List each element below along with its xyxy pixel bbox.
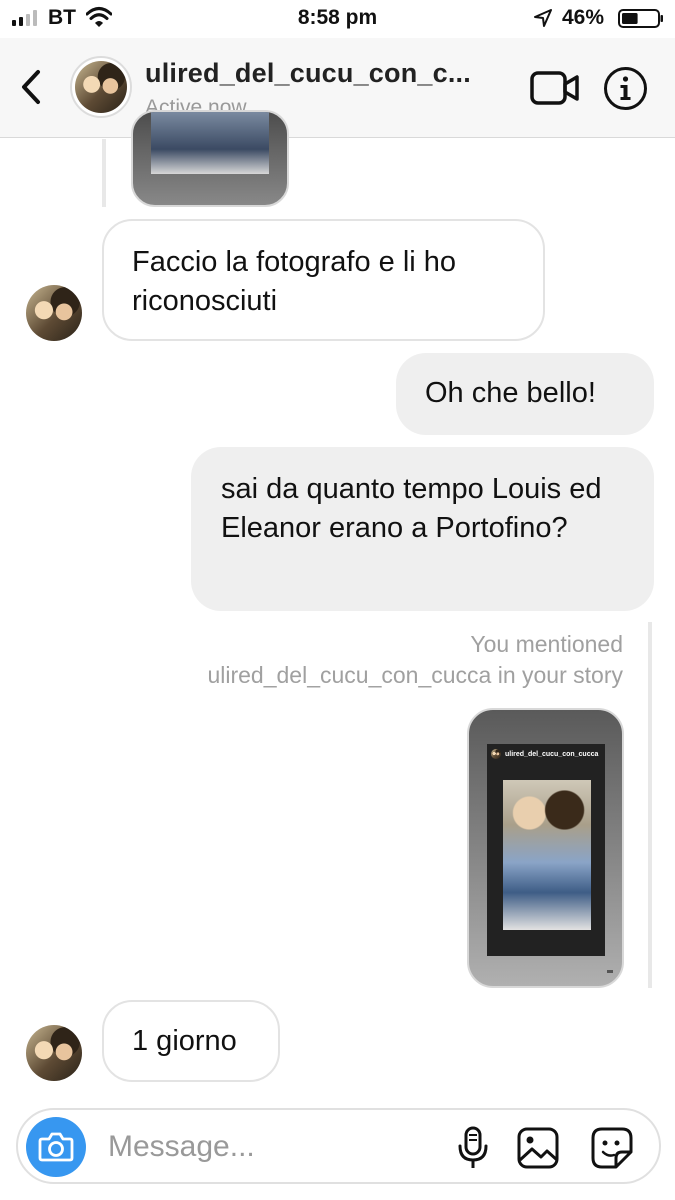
microphone-icon[interactable] <box>456 1126 490 1170</box>
avatar-image <box>75 61 127 113</box>
sticker-icon[interactable] <box>590 1126 634 1170</box>
story-image <box>151 112 269 174</box>
message-composer <box>16 1108 661 1184</box>
camera-button[interactable] <box>26 1117 86 1177</box>
chat-username[interactable]: ulired_del_cucu_con_c... <box>145 58 515 89</box>
message-bubble-outgoing[interactable]: sai da quanto tempo Louis ed Eleanor era… <box>191 447 654 611</box>
story-mention-notice: You mentioned ulired_del_cucu_con_cucca … <box>103 629 623 691</box>
sender-avatar[interactable] <box>26 1025 82 1081</box>
message-bubble-outgoing[interactable]: Oh che bello! <box>396 353 654 435</box>
story-preview[interactable]: ulired_del_cucu_con_cucca <box>467 708 624 988</box>
status-bar: BT 8:58 pm 46% <box>0 0 675 38</box>
story-avatar <box>491 749 501 759</box>
battery-percentage: 46% <box>562 6 605 29</box>
location-arrow-icon <box>534 9 552 27</box>
header-avatar[interactable] <box>70 56 132 118</box>
story-thumbnail[interactable] <box>131 110 289 207</box>
mention-line-1: You mentioned <box>470 631 623 657</box>
back-icon[interactable] <box>14 66 48 108</box>
info-icon[interactable] <box>603 66 648 111</box>
sender-avatar[interactable] <box>26 285 82 341</box>
story-photo <box>503 780 591 930</box>
story-username: ulired_del_cucu_con_cucca <box>505 750 599 758</box>
story-more-indicator <box>607 970 613 973</box>
message-bubble-incoming[interactable]: Faccio la fotografo e li ho riconosciuti <box>102 219 545 341</box>
story-thread-line <box>648 622 652 988</box>
gallery-icon[interactable] <box>516 1126 560 1170</box>
mention-line-2: ulired_del_cucu_con_cucca in your story <box>207 662 623 688</box>
battery-icon <box>618 9 663 28</box>
video-call-icon[interactable] <box>530 70 580 106</box>
reply-thread-line <box>102 139 106 207</box>
story-header: ulired_del_cucu_con_cucca <box>491 748 598 760</box>
camera-icon <box>38 1132 74 1162</box>
chat-header: ulired_del_cucu_con_c... Active now <box>0 38 675 138</box>
message-input[interactable] <box>108 1124 428 1170</box>
message-bubble-incoming[interactable]: 1 giorno <box>102 1000 280 1082</box>
